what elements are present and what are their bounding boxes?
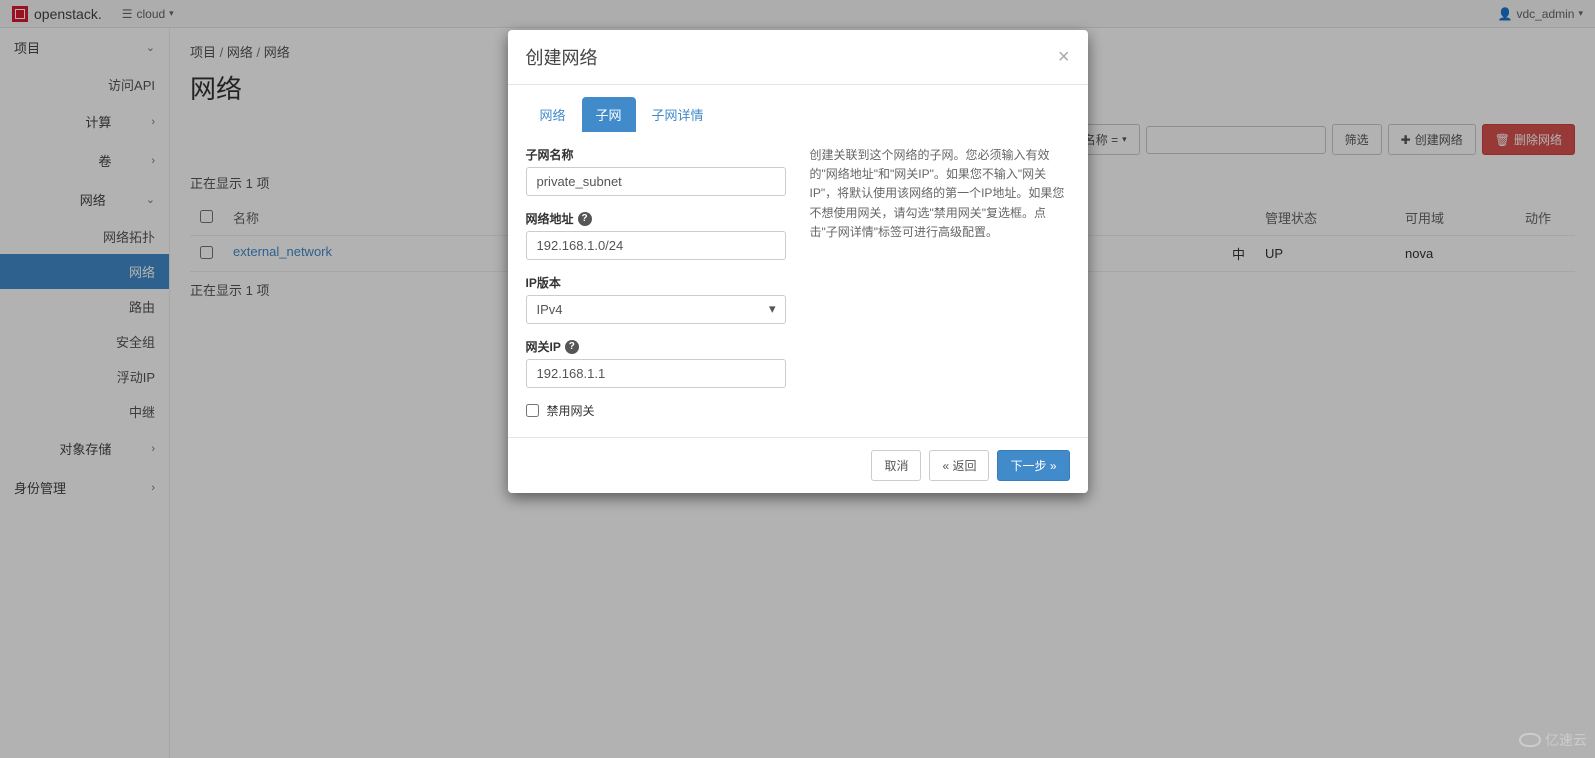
back-button[interactable]: « 返回: [929, 450, 989, 481]
cancel-button[interactable]: 取消: [871, 450, 921, 481]
modal-body: 子网名称 网络地址 ? IP版本 IPv4: [508, 132, 1088, 437]
label-text: 网络地址: [526, 210, 574, 227]
tab-subnet-detail[interactable]: 子网详情: [638, 97, 718, 132]
ip-version-label: IP版本: [526, 274, 786, 291]
modal-overlay: 创建网络 × 网络 子网 子网详情 子网名称 网络地址 ?: [0, 0, 1595, 758]
disable-gateway-checkbox[interactable]: [526, 404, 539, 417]
field-gateway-ip: 网关IP ?: [526, 338, 786, 388]
create-network-modal: 创建网络 × 网络 子网 子网详情 子网名称 网络地址 ?: [508, 30, 1088, 493]
subnet-name-input[interactable]: [526, 167, 786, 196]
subnet-name-label: 子网名称: [526, 146, 786, 163]
field-disable-gateway: 禁用网关: [526, 402, 786, 419]
ip-version-select[interactable]: IPv4: [526, 295, 786, 324]
help-icon[interactable]: ?: [565, 340, 579, 354]
modal-header: 创建网络 ×: [508, 30, 1088, 85]
gateway-ip-label: 网关IP ?: [526, 338, 786, 355]
help-icon[interactable]: ?: [578, 212, 592, 226]
modal-tabs: 网络 子网 子网详情: [508, 85, 1088, 132]
next-button[interactable]: 下一步 »: [997, 450, 1069, 481]
gateway-ip-input[interactable]: [526, 359, 786, 388]
network-address-label: 网络地址 ?: [526, 210, 786, 227]
tab-subnet[interactable]: 子网: [582, 97, 636, 132]
label-text: 网关IP: [526, 338, 561, 355]
modal-title: 创建网络: [526, 44, 598, 70]
cloud-icon: [1519, 733, 1541, 747]
modal-footer: 取消 « 返回 下一步 »: [508, 437, 1088, 493]
modal-help-text: 创建关联到这个网络的子网。您必须输入有效的"网络地址"和"网关IP"。如果您不输…: [810, 146, 1070, 419]
watermark: 亿速云: [1519, 730, 1587, 750]
field-subnet-name: 子网名称: [526, 146, 786, 196]
close-icon[interactable]: ×: [1058, 46, 1070, 69]
disable-gateway-label: 禁用网关: [547, 402, 595, 419]
field-network-address: 网络地址 ?: [526, 210, 786, 260]
field-ip-version: IP版本 IPv4: [526, 274, 786, 324]
watermark-text: 亿速云: [1545, 730, 1587, 750]
network-address-input[interactable]: [526, 231, 786, 260]
modal-form: 子网名称 网络地址 ? IP版本 IPv4: [526, 146, 786, 419]
tab-network[interactable]: 网络: [526, 97, 580, 132]
